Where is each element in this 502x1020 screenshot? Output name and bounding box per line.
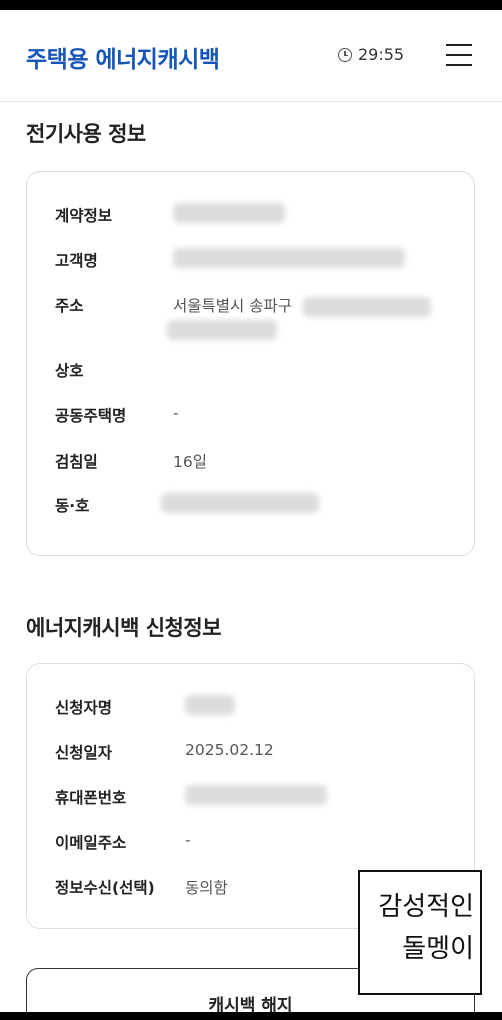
row-applicant: 신청자명 [55, 695, 235, 718]
row-consent: 정보수신(선택) 동의함 [55, 876, 228, 898]
applicant-value-redacted [185, 695, 235, 715]
row-apartment: 공동주택명 - [55, 404, 179, 426]
section-title-electricity: 전기사용 정보 [26, 122, 146, 146]
row-phone: 휴대폰번호 [55, 785, 327, 808]
watermark-line1: 감성적인 [378, 892, 474, 922]
row-contract: 계약정보 [55, 203, 285, 226]
watermark-line2: 돌멩이 [402, 934, 474, 964]
email-value: - [185, 831, 191, 849]
reading-day-value: 16일 [173, 453, 207, 471]
unit-label: 동·호 [55, 497, 90, 515]
row-email: 이메일주소 - [55, 831, 191, 853]
customer-value-redacted [173, 248, 405, 268]
app-logo[interactable]: 주택용 에너지캐시백 [26, 40, 220, 74]
address-label: 주소 [55, 297, 84, 315]
phone-label: 휴대폰번호 [55, 789, 127, 807]
address-line2-redacted [167, 320, 277, 340]
business-label: 상호 [55, 362, 84, 380]
row-business: 상호 [55, 359, 84, 381]
row-address: 주소 서울특별시 송파구 [55, 294, 431, 340]
row-unit: 동·호 [55, 493, 319, 516]
applicant-label: 신청자명 [55, 699, 113, 717]
status-bar [0, 0, 502, 10]
consent-label: 정보수신(선택) [55, 879, 155, 897]
date-label: 신청일자 [55, 744, 113, 762]
watermark-stamp: 감성적인 돌멩이 [358, 870, 482, 995]
date-value: 2025.02.12 [185, 741, 274, 759]
phone-value-redacted [185, 785, 327, 805]
address-text: 서울특별시 송파구 [173, 297, 293, 315]
row-date: 신청일자 2025.02.12 [55, 741, 274, 763]
unit-value-redacted [161, 493, 319, 513]
customer-label: 고객명 [55, 252, 98, 270]
address-value: 서울특별시 송파구 [173, 294, 431, 317]
section-title-application: 에너지캐시백 신청정보 [26, 616, 222, 640]
session-timer: 29:55 [338, 45, 404, 64]
app-header: 주택용 에너지캐시백 29:55 [0, 10, 502, 102]
navigation-bar [0, 1012, 502, 1020]
timer-value: 29:55 [358, 45, 405, 64]
row-customer: 고객명 [55, 248, 405, 271]
reading-day-label: 검침일 [55, 453, 98, 471]
hamburger-menu-icon[interactable] [446, 44, 472, 66]
contract-label: 계약정보 [55, 207, 113, 225]
apartment-label: 공동주택명 [55, 407, 127, 425]
row-reading-day: 검침일 16일 [55, 450, 207, 472]
apartment-value: - [173, 404, 179, 422]
electricity-info-card: 계약정보 고객명 주소 서울특별시 송파구 상호 공동주택명 - 검침일 16일… [26, 171, 475, 556]
email-label: 이메일주소 [55, 834, 127, 852]
clock-icon [338, 47, 352, 62]
contract-value-redacted [173, 203, 285, 223]
consent-value: 동의함 [185, 879, 228, 897]
